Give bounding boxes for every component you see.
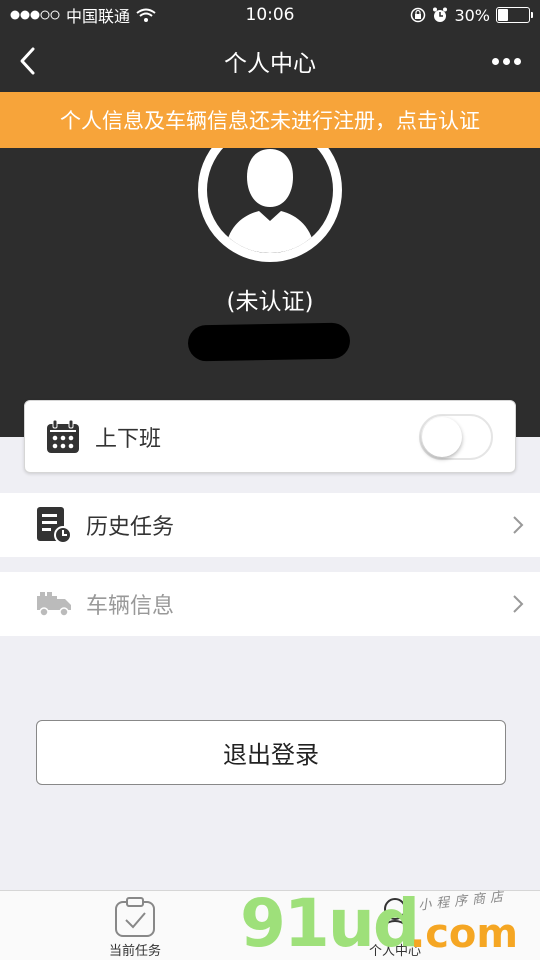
chevron-right-icon xyxy=(513,516,524,534)
battery-percent: 30% xyxy=(454,5,490,25)
watermark-logo: 91ud .com 小程序商店 xyxy=(240,888,540,960)
calendar-icon xyxy=(47,419,79,453)
watermark-brand-main: 91ud xyxy=(240,885,420,960)
shift-toggle-label: 上下班 xyxy=(95,426,162,452)
history-tasks-label: 历史任务 xyxy=(86,515,175,540)
more-dots-icon xyxy=(491,57,499,65)
chevron-right-icon xyxy=(513,595,524,613)
battery-icon xyxy=(496,7,533,23)
page-title: 个人中心 xyxy=(224,51,316,77)
more-dot xyxy=(502,57,510,65)
switch-knob xyxy=(422,417,462,457)
signal-strength-icon xyxy=(10,10,60,20)
status-right: 30% xyxy=(410,5,533,25)
verification-status: (未认证) xyxy=(226,289,314,315)
redacted-username xyxy=(187,322,351,362)
shift-toggle-row: 上下班 xyxy=(24,400,516,473)
status-left: 中国联通 xyxy=(10,3,156,27)
tab-current-tasks-label: 当前任务 xyxy=(108,944,161,959)
more-options-button[interactable] xyxy=(486,48,526,74)
status-bar: 中国联通 10:06 30% xyxy=(0,0,540,30)
history-tasks-row[interactable]: 历史任务 xyxy=(0,493,540,557)
battery-level xyxy=(498,9,508,21)
back-button[interactable] xyxy=(12,44,42,78)
wifi-icon xyxy=(136,8,156,22)
tab-current-tasks[interactable]: 当前任务 xyxy=(80,891,190,960)
more-dot xyxy=(513,57,521,65)
nav-bar: 个人中心 xyxy=(0,30,540,92)
watermark-brand-suffix: .com xyxy=(410,911,519,957)
rotation-lock-icon xyxy=(411,7,426,23)
alarm-icon xyxy=(433,7,448,22)
carrier-name: 中国联通 xyxy=(66,7,131,26)
chevron-left-icon xyxy=(20,47,35,75)
clipboard-check-icon xyxy=(115,897,155,937)
vehicle-info-label: 车辆信息 xyxy=(86,594,175,619)
registration-notice-banner[interactable]: 个人信息及车辆信息还未进行注册，点击认证 xyxy=(0,92,540,148)
truck-icon xyxy=(37,592,71,617)
shift-toggle-switch[interactable] xyxy=(419,414,493,460)
logout-button[interactable]: 退出登录 xyxy=(36,720,506,785)
vehicle-info-row[interactable]: 车辆信息 xyxy=(0,572,540,636)
document-clock-icon xyxy=(37,507,72,544)
